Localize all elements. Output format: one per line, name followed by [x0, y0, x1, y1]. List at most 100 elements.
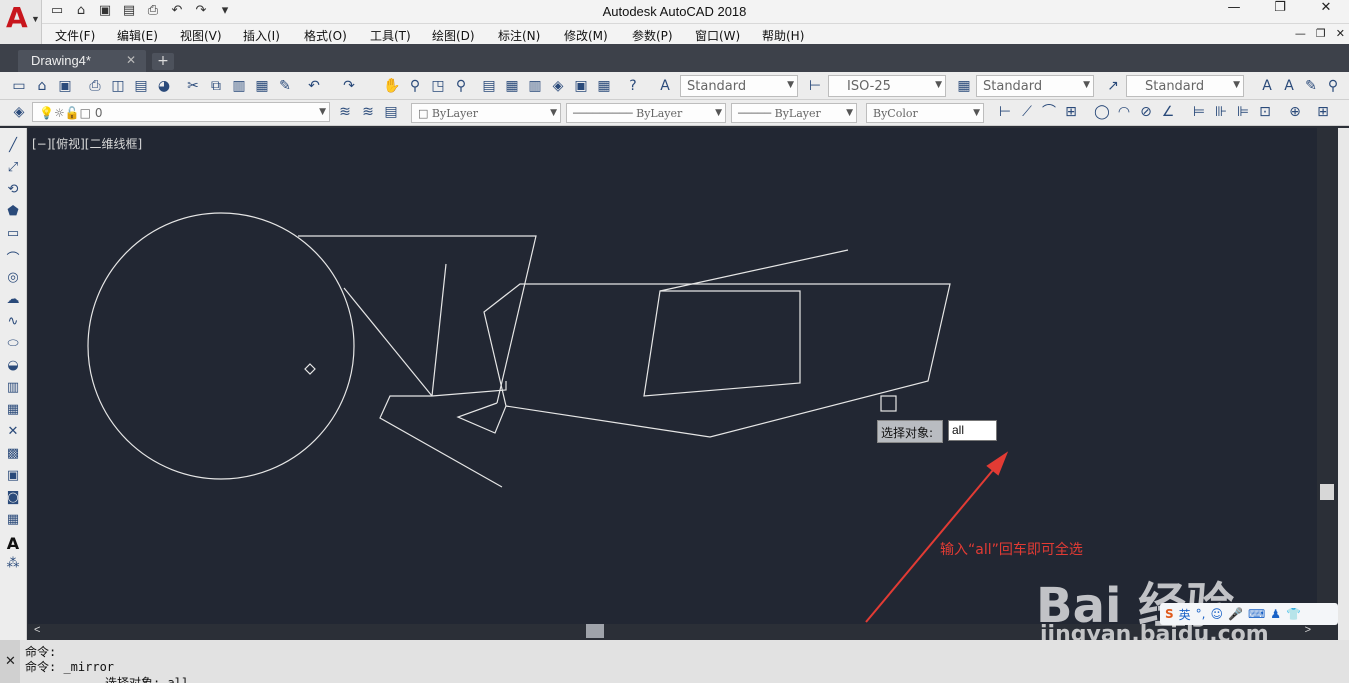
aligned-dim-icon[interactable]: ⟋: [1018, 103, 1036, 121]
baseline-dim-icon[interactable]: ⊨: [1190, 103, 1208, 121]
center-mark-icon[interactable]: ⊞: [1314, 103, 1332, 121]
dim-break-icon[interactable]: ⊡: [1256, 103, 1274, 121]
construction-line-icon[interactable]: ⤢: [4, 160, 22, 178]
minimize-button[interactable]: —: [1211, 0, 1257, 24]
menu-format[interactable]: 格式(O): [304, 27, 347, 44]
skin-icon[interactable]: 👕: [1286, 607, 1301, 621]
menu-dimension[interactable]: 标注(N): [498, 27, 540, 44]
layer-state-icon[interactable]: ▤: [382, 103, 400, 121]
tab-close-icon[interactable]: ✕: [126, 53, 136, 67]
vertical-scrollbar[interactable]: [1317, 128, 1338, 624]
drawing-canvas[interactable]: [−][俯视][二维线框]: [28, 128, 1317, 624]
tab-drawing4[interactable]: Drawing4* ✕: [18, 50, 146, 72]
region-icon[interactable]: ◙: [4, 490, 22, 508]
calculator-icon[interactable]: ▦: [595, 77, 613, 95]
drawn-line[interactable]: [659, 249, 849, 292]
doc-restore-button[interactable]: ❐: [1316, 27, 1326, 40]
copy-icon[interactable]: ⧉: [207, 77, 225, 95]
drawn-line[interactable]: [431, 263, 447, 397]
menu-help[interactable]: 帮助(H): [762, 27, 804, 44]
dim-style-select[interactable]: ISO-25 ▼: [828, 75, 946, 97]
hatch-icon[interactable]: ▩: [4, 446, 22, 464]
command-input-line[interactable]: 选择对象: all: [105, 674, 189, 683]
text-style-icon[interactable]: A: [656, 77, 674, 95]
table-icon[interactable]: ▦: [4, 512, 22, 530]
line-icon[interactable]: ╱: [4, 138, 22, 156]
menu-window[interactable]: 窗口(W): [695, 27, 740, 44]
application-menu-button[interactable]: A ▼: [0, 0, 42, 44]
punctuation-icon[interactable]: °,: [1196, 607, 1206, 621]
jogged-dim-icon[interactable]: ◠: [1115, 103, 1133, 121]
menu-draw[interactable]: 绘图(D): [432, 27, 475, 44]
tool-palettes-icon[interactable]: ▥: [526, 77, 544, 95]
dynamic-input-field[interactable]: all: [948, 420, 997, 441]
point-icon[interactable]: ✕: [4, 424, 22, 442]
plot-style-select[interactable]: ByColor ▼: [866, 103, 984, 123]
find-icon[interactable]: ⚲: [1324, 77, 1342, 95]
sheet-set-icon[interactable]: ◈: [549, 77, 567, 95]
lineweight-select[interactable]: ───── ByLayer ▼: [731, 103, 857, 123]
publish-icon[interactable]: ▤: [132, 77, 150, 95]
close-icon[interactable]: ✕: [5, 654, 16, 669]
color-select[interactable]: □ ByLayer ▼: [411, 103, 561, 123]
ime-language[interactable]: 英: [1179, 606, 1191, 623]
sogou-icon[interactable]: S: [1165, 607, 1174, 621]
drawn-polyline[interactable]: [431, 381, 507, 397]
multiline-text-icon[interactable]: A: [1258, 77, 1276, 95]
open-icon[interactable]: ⌂: [33, 77, 51, 95]
plot-preview-icon[interactable]: ◫: [109, 77, 127, 95]
scroll-thumb[interactable]: [1320, 484, 1334, 500]
table-style-icon[interactable]: ▦: [955, 77, 973, 95]
zoom-realtime-icon[interactable]: ⚲: [406, 77, 424, 95]
zoom-window-icon[interactable]: ◳: [429, 77, 447, 95]
properties-icon[interactable]: ▤: [480, 77, 498, 95]
add-selected-icon[interactable]: ⁂: [4, 556, 22, 574]
plot-icon[interactable]: ⎙: [86, 77, 104, 95]
drawn-circle[interactable]: [87, 212, 355, 480]
help-icon[interactable]: ?: [624, 77, 642, 95]
scroll-left-icon[interactable]: <: [34, 624, 40, 636]
multiline-text-icon[interactable]: A: [4, 534, 22, 553]
arc-length-icon[interactable]: ⌒: [1040, 103, 1058, 121]
new-tab-button[interactable]: +: [152, 53, 174, 70]
linear-dim-icon[interactable]: ⊢: [996, 103, 1014, 121]
emoji-icon[interactable]: ☺: [1211, 607, 1224, 621]
new-icon[interactable]: ▭: [10, 77, 28, 95]
tolerance-icon[interactable]: ⊕: [1286, 103, 1304, 121]
undo-icon[interactable]: ↶: [305, 77, 323, 95]
layer-previous-icon[interactable]: ≋: [359, 103, 377, 121]
menu-file[interactable]: 文件(F): [55, 27, 95, 44]
make-current-icon[interactable]: ≋: [336, 103, 354, 121]
layer-properties-icon[interactable]: ◈: [10, 103, 28, 121]
restore-button[interactable]: ❐: [1257, 0, 1303, 24]
close-button[interactable]: ✕: [1303, 0, 1349, 24]
ellipse-arc-icon[interactable]: ◒: [4, 358, 22, 376]
drawn-polyline[interactable]: [456, 283, 951, 438]
zoom-previous-icon[interactable]: ⚲: [452, 77, 470, 95]
text-style-select[interactable]: Standard ▼: [680, 75, 798, 97]
markup-icon[interactable]: ▣: [572, 77, 590, 95]
dim-space-icon[interactable]: ⊫: [1234, 103, 1252, 121]
pan-icon[interactable]: ✋: [383, 77, 401, 95]
diameter-dim-icon[interactable]: ⊘: [1137, 103, 1155, 121]
match-properties-icon[interactable]: ✎: [276, 77, 294, 95]
scroll-right-icon[interactable]: >: [1305, 624, 1311, 636]
spline-icon[interactable]: ∿: [4, 314, 22, 332]
paste-special-icon[interactable]: ▦: [253, 77, 271, 95]
linetype-select[interactable]: ───────── ByLayer ▼: [566, 103, 726, 123]
user-icon[interactable]: ♟: [1270, 607, 1281, 621]
rectangle-icon[interactable]: ▭: [4, 226, 22, 244]
doc-close-button[interactable]: ✕: [1336, 27, 1345, 40]
save-icon[interactable]: ▣: [56, 77, 74, 95]
make-block-icon[interactable]: ▦: [4, 402, 22, 420]
cut-icon[interactable]: ✂: [184, 77, 202, 95]
circle-icon[interactable]: ◎: [4, 270, 22, 288]
polygon-icon[interactable]: ⬟: [4, 204, 22, 222]
redo-icon[interactable]: ↷: [340, 77, 358, 95]
ordinate-dim-icon[interactable]: ⊞: [1062, 103, 1080, 121]
menu-insert[interactable]: 插入(I): [243, 27, 280, 44]
command-window-handle[interactable]: ✕: [0, 640, 20, 683]
table-style-select[interactable]: Standard ▼: [976, 75, 1094, 97]
3d-print-icon[interactable]: ◕: [155, 77, 173, 95]
ellipse-icon[interactable]: ⬭: [4, 336, 22, 354]
